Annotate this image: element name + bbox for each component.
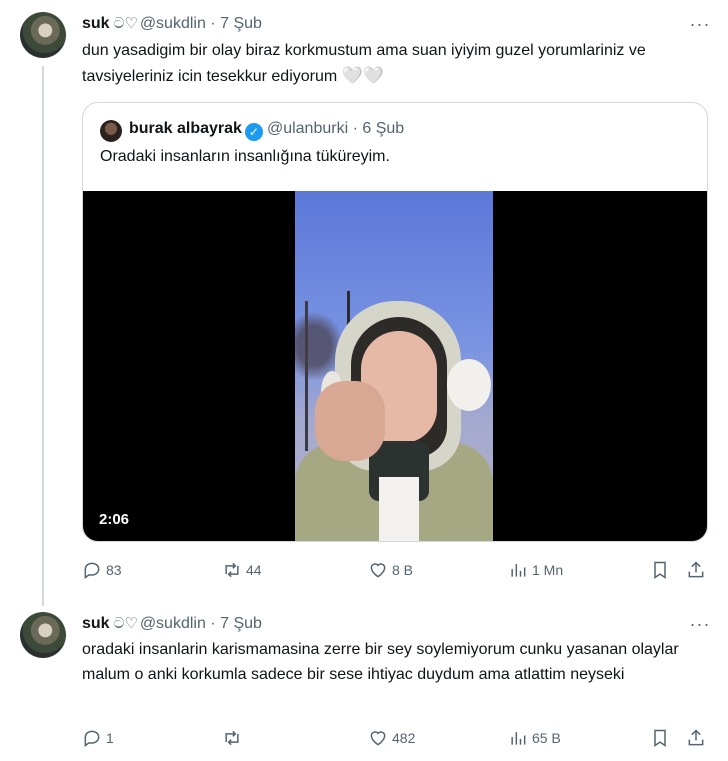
video-frame [295,191,493,541]
retweet-button[interactable] [222,726,246,750]
quote-text: Oradaki insanların insanlığına tüküreyim… [100,148,390,165]
like-button[interactable]: 482 [368,726,415,750]
quote-handle[interactable]: @ulanburki [267,120,348,137]
share-button[interactable] [686,726,706,750]
reply-button[interactable]: 1 [82,726,114,750]
handle[interactable]: @sukdlin [140,615,206,632]
like-button[interactable]: 8 B [368,558,413,582]
tweet-text: dun yasadigim bir olay biraz korkmustum … [82,38,702,89]
name-glyph: ට♡ [113,615,138,632]
tweet-2[interactable]: suk ට♡ @sukdlin · 7 Şub ··· oradaki insanl… [0,600,728,761]
bookmark-icon [654,561,666,579]
like-count: 8 B [392,562,414,578]
timestamp[interactable]: 7 Şub [220,15,262,32]
tweet-text: oradaki insanlarin karismamasina zerre b… [82,641,679,683]
share-button[interactable] [686,558,706,582]
like-count: 482 [392,730,416,746]
collar [379,477,419,541]
bookmark-button[interactable] [650,726,670,750]
avatar[interactable] [20,612,66,658]
reply-icon [84,730,100,747]
views-button[interactable]: 65 B [508,726,561,750]
avatar[interactable] [20,12,66,58]
action-bar: 1 482 65 B [82,726,712,750]
retweet-button[interactable]: 44 [222,558,262,582]
heart-icon [370,731,386,746]
video-player[interactable]: 2:06 [83,191,707,541]
views-count: 65 B [532,730,561,746]
reply-icon [84,562,100,579]
share-icon [688,729,704,746]
tweet-1[interactable]: suk ට♡ @sukdlin · 7 Şub ··· dun yasadigim … [0,0,728,606]
heart-icon [370,563,386,578]
views-chart-icon [511,732,526,745]
white-hearts-emoji: 🤍🤍 [341,66,384,85]
thread-line [42,66,44,606]
retweet-icon [225,730,239,746]
retweet-icon [225,562,239,578]
name-glyph: ට♡ [113,15,138,32]
tweet-header: suk ට♡ @sukdlin · 7 Şub [82,14,262,33]
display-name[interactable]: suk [82,15,110,32]
views-count: 1 Mn [532,562,564,578]
bookmark-icon [654,729,666,747]
video-duration: 2:06 [99,511,130,528]
reply-count: 83 [106,562,122,578]
share-icon [688,561,704,578]
hand [315,381,385,461]
earmuff-right [447,359,491,411]
views-button[interactable]: 1 Mn [508,558,563,582]
verified-badge-icon: ✓ [244,123,263,141]
separator-dot: · [352,120,358,137]
more-options-icon[interactable]: ··· [688,14,712,34]
reply-button[interactable]: 83 [82,558,122,582]
bookmark-button[interactable] [650,558,670,582]
timestamp[interactable]: 7 Şub [220,615,262,632]
views-chart-icon [511,564,526,577]
separator-dot: · [210,15,216,32]
handle[interactable]: @sukdlin [140,15,206,32]
tweet-header: suk ට♡ @sukdlin · 7 Şub [82,614,262,633]
quote-header: burak albayrak ✓ @ulanburki · 6 Şub [129,120,404,141]
action-bar: 83 44 8 B 1 Mn [82,558,712,582]
retweet-count: 44 [246,562,262,578]
reply-count: 1 [106,730,114,746]
display-name[interactable]: suk [82,615,110,632]
quote-avatar[interactable] [100,120,122,142]
more-options-icon[interactable]: ··· [688,614,712,634]
quote-timestamp[interactable]: 6 Şub [362,120,404,137]
quoted-tweet[interactable]: burak albayrak ✓ @ulanburki · 6 Şub Oradak… [82,102,708,542]
quote-display-name[interactable]: burak albayrak [129,120,242,137]
separator-dot: · [210,615,216,632]
